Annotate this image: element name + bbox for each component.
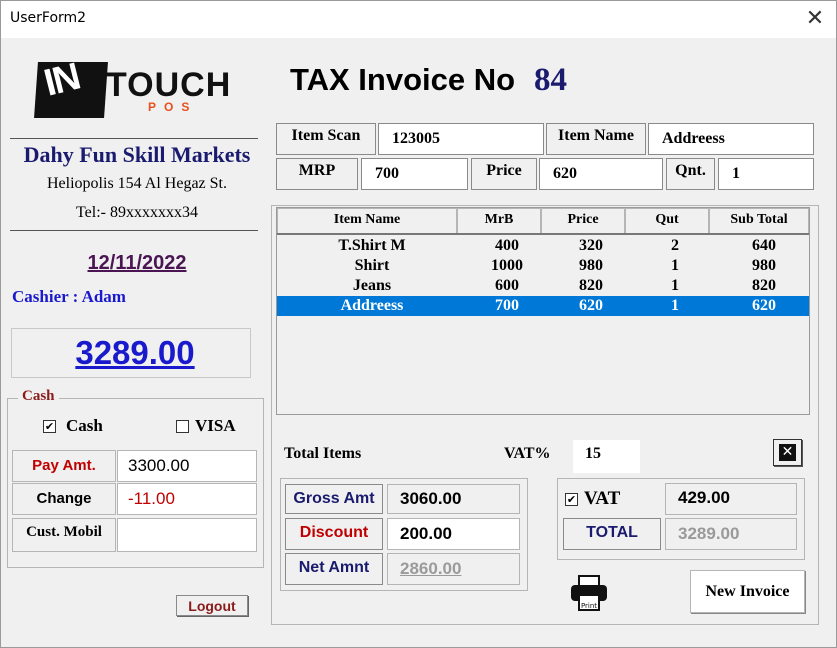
mrp-field[interactable]: 700 <box>361 158 468 190</box>
item-scan-label: Item Scan <box>276 123 376 155</box>
cust-mobil-label: Cust. Mobil <box>12 518 116 552</box>
logo-pos-text: POS <box>148 100 198 114</box>
cell-sub-total: 820 <box>752 277 776 294</box>
cell-qut: 1 <box>671 297 679 314</box>
grand-total-value: 3289.00 <box>75 334 195 371</box>
logout-button[interactable]: Logout <box>176 595 248 616</box>
total-field: 3289.00 <box>665 518 797 550</box>
column-header-qut[interactable]: Qut <box>625 208 709 234</box>
item-scan-field[interactable]: 123005 <box>378 123 544 155</box>
item-name-label: Item Name <box>546 123 646 155</box>
price-field[interactable]: 620 <box>539 158 663 190</box>
close-icon[interactable]: ✕ <box>802 6 828 32</box>
cash-checkbox-label[interactable]: Cash <box>66 416 103 436</box>
item-name-field[interactable]: Addreess <box>648 123 814 155</box>
delete-item-button[interactable]: ✕ <box>773 439 802 466</box>
total-label: TOTAL <box>563 518 661 550</box>
vat-checkbox[interactable]: ✔ <box>565 493 578 506</box>
vat-pct-label: VAT% <box>504 445 551 462</box>
net-amnt-label: Net Amnt <box>285 553 383 585</box>
visa-checkbox[interactable] <box>176 420 189 433</box>
table-row[interactable]: Shirt 1000 980 1 980 <box>277 256 809 276</box>
column-header-item-name[interactable]: Item Name <box>277 208 457 234</box>
pay-amt-label: Pay Amt. <box>12 450 116 482</box>
cell-sub-total: 620 <box>752 297 776 314</box>
change-label: Change <box>12 483 116 515</box>
discount-field[interactable]: 200.00 <box>387 518 520 550</box>
store-tel: Tel:- 89xxxxxxx34 <box>76 204 198 221</box>
cell-item-name: Shirt <box>354 257 390 274</box>
invoice-date: 12/11/2022 <box>87 252 187 274</box>
pay-amt-field[interactable]: 3300.00 <box>117 450 257 482</box>
qnt-field[interactable]: 1 <box>718 158 814 190</box>
gross-amt-field: 3060.00 <box>387 484 520 514</box>
table-row[interactable]: Jeans 600 820 1 820 <box>277 276 809 296</box>
cell-qut: 2 <box>671 237 679 254</box>
store-name: Dahy Fun Skill Markets <box>23 142 251 167</box>
invoice-number: 84 <box>534 62 567 98</box>
table-row[interactable]: T.Shirt M 400 320 2 640 <box>277 236 809 256</box>
check-icon: ✔ <box>44 420 55 433</box>
cell-item-name: Addreess <box>340 297 404 314</box>
cust-mobil-field[interactable] <box>117 518 257 552</box>
cell-qut: 1 <box>671 277 679 294</box>
vat-checkbox-label[interactable]: VAT <box>584 488 620 510</box>
window-title: UserForm2 <box>10 10 87 26</box>
title-bar <box>0 0 837 38</box>
column-header-sub-total[interactable]: Sub Total <box>709 208 809 234</box>
total-items-label: Total Items <box>284 445 362 462</box>
invoice-title: TAX Invoice No <box>290 62 516 97</box>
vat-pct-field[interactable]: 15 <box>573 440 640 473</box>
print-icon-text: Print <box>581 602 597 610</box>
mrp-label: MRP <box>276 158 358 190</box>
price-label: Price <box>471 158 537 190</box>
divider <box>10 138 258 139</box>
check-icon: ✔ <box>566 493 577 506</box>
print-icon[interactable]: Print <box>570 575 608 611</box>
cashier-label: Cashier : Adam <box>12 287 126 306</box>
cell-sub-total: 980 <box>752 257 776 274</box>
column-header-price[interactable]: Price <box>541 208 625 234</box>
divider <box>10 230 258 231</box>
vat-amount-field: 429.00 <box>665 483 797 515</box>
cell-qut: 1 <box>671 257 679 274</box>
new-invoice-button[interactable]: New Invoice <box>690 570 805 613</box>
change-field[interactable]: -11.00 <box>117 483 257 515</box>
cash-checkbox[interactable]: ✔ <box>43 420 56 433</box>
column-header-mrb[interactable]: MrB <box>457 208 541 234</box>
table-row-selected[interactable]: Addreess 700 620 1 620 <box>277 296 809 316</box>
close-box-icon: ✕ <box>779 444 796 461</box>
header-separator <box>277 233 809 235</box>
net-amnt-field: 2860.00 <box>387 553 520 585</box>
gross-amt-label: Gross Amt <box>285 484 383 514</box>
visa-checkbox-label[interactable]: VISA <box>195 416 236 436</box>
store-address: Heliopolis 154 Al Hegaz St. <box>47 175 227 192</box>
payment-group-label: Cash <box>18 388 59 405</box>
cell-item-name: T.Shirt M <box>338 237 406 254</box>
discount-label: Discount <box>285 518 383 550</box>
cell-item-name: Jeans <box>352 277 392 294</box>
qnt-label: Qnt. <box>666 158 715 190</box>
cell-sub-total: 640 <box>752 237 776 254</box>
